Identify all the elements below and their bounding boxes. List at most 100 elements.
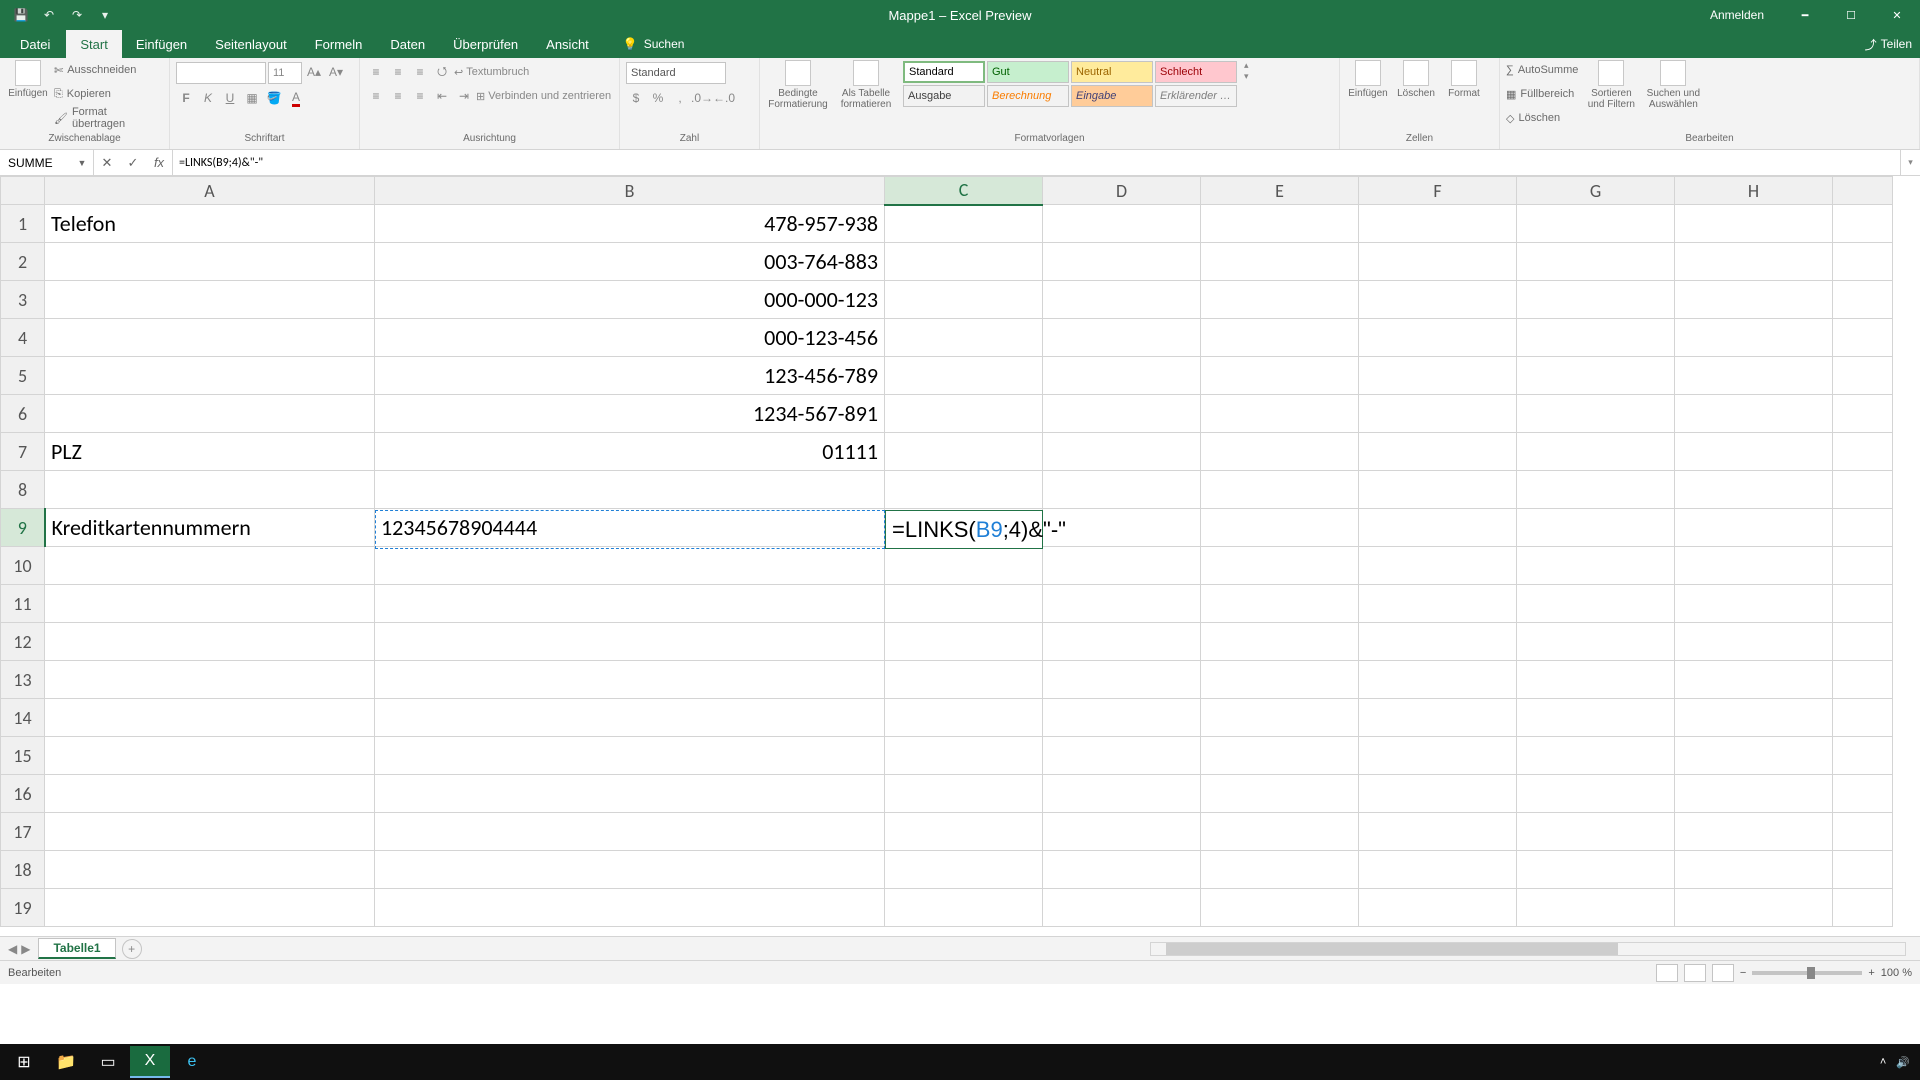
select-all-corner[interactable] [1, 177, 45, 205]
taskbar-file-explorer[interactable]: 📁 [46, 1046, 86, 1078]
tab-review[interactable]: Überprüfen [439, 30, 532, 58]
cell[interactable] [885, 205, 1043, 243]
format-painter-button[interactable]: 🖌 Format übertragen [54, 108, 163, 128]
font-color-button[interactable]: A [286, 88, 306, 108]
col-header-b[interactable]: B [375, 177, 885, 205]
scrollbar-thumb[interactable] [1166, 943, 1618, 955]
chevron-down-icon[interactable]: ▼ [75, 158, 89, 168]
col-header-e[interactable]: E [1201, 177, 1359, 205]
row-header[interactable]: 2 [1, 243, 45, 281]
decrease-decimal-icon[interactable]: ←.0 [714, 88, 734, 108]
start-button[interactable]: ⊞ [4, 1046, 44, 1078]
delete-cells-button[interactable]: Löschen [1394, 60, 1438, 99]
insert-function-button[interactable]: fx [146, 155, 172, 170]
fill-button[interactable]: ▦ Füllbereich [1506, 84, 1578, 104]
close-button[interactable]: ✕ [1874, 0, 1920, 30]
row-header[interactable]: 18 [1, 851, 45, 889]
increase-font-icon[interactable]: A▴ [304, 62, 324, 82]
sheet-nav-prev-icon[interactable]: ◀ [8, 942, 17, 956]
format-cells-button[interactable]: Format [1442, 60, 1486, 99]
col-header-d[interactable]: D [1043, 177, 1201, 205]
cell[interactable]: Telefon [45, 205, 375, 243]
row-header[interactable]: 8 [1, 471, 45, 509]
sort-filter-button[interactable]: Sortieren und Filtern [1582, 60, 1640, 110]
tab-file[interactable]: Datei [4, 30, 66, 58]
cell-style-input[interactable]: Eingabe [1071, 85, 1153, 107]
zoom-in-button[interactable]: + [1868, 967, 1874, 979]
cell[interactable]: 123-456-789 [375, 357, 885, 395]
cell[interactable]: 1234-567-891 [375, 395, 885, 433]
underline-button[interactable]: U [220, 88, 240, 108]
accounting-format-icon[interactable]: $ [626, 88, 646, 108]
decrease-indent-icon[interactable]: ⇤ [432, 86, 452, 106]
minimize-button[interactable]: ━ [1782, 0, 1828, 30]
cell[interactable]: 478-957-938 [375, 205, 885, 243]
cell[interactable]: Kreditkartennummern [45, 509, 375, 547]
font-name-combo[interactable] [176, 62, 266, 84]
zoom-slider-thumb[interactable] [1807, 967, 1815, 979]
merge-center-button[interactable]: ⊞Verbinden und zentrieren [476, 86, 611, 106]
col-header-h[interactable]: H [1675, 177, 1833, 205]
col-header-f[interactable]: F [1359, 177, 1517, 205]
zoom-level[interactable]: 100 % [1881, 967, 1912, 979]
cell[interactable]: PLZ [45, 433, 375, 471]
percent-format-icon[interactable]: % [648, 88, 668, 108]
align-left-icon[interactable]: ≡ [366, 86, 386, 106]
cell-style-standard[interactable]: Standard [903, 61, 985, 83]
cell[interactable]: 12345678904444 [375, 509, 885, 547]
formula-input[interactable]: =LINKS(B9;4)&"-" [173, 150, 1900, 175]
cut-button[interactable]: ✄ Ausschneiden [54, 60, 163, 80]
row-header[interactable]: 6 [1, 395, 45, 433]
align-bottom-icon[interactable]: ≡ [410, 62, 430, 82]
tray-chevron-icon[interactable]: ˄ [1880, 1056, 1886, 1068]
tab-data[interactable]: Daten [376, 30, 439, 58]
tab-insert[interactable]: Einfügen [122, 30, 201, 58]
formula-bar-expand-icon[interactable]: ▾ [1900, 150, 1920, 175]
col-header-g[interactable]: G [1517, 177, 1675, 205]
row-header[interactable]: 5 [1, 357, 45, 395]
find-select-button[interactable]: Suchen und Auswählen [1644, 60, 1702, 110]
row-header[interactable]: 4 [1, 319, 45, 357]
row-header[interactable]: 16 [1, 775, 45, 813]
save-icon[interactable]: 💾 [10, 4, 32, 26]
taskbar-app[interactable]: ▭ [88, 1046, 128, 1078]
autosum-button[interactable]: ∑ AutoSumme [1506, 60, 1578, 80]
tab-formulas[interactable]: Formeln [301, 30, 377, 58]
cell-style-bad[interactable]: Schlecht [1155, 61, 1237, 83]
paste-button[interactable]: Einfügen [6, 60, 50, 99]
row-header[interactable]: 17 [1, 813, 45, 851]
col-header-a[interactable]: A [45, 177, 375, 205]
cell-style-output[interactable]: Ausgabe [903, 85, 985, 107]
cell-style-neutral[interactable]: Neutral [1071, 61, 1153, 83]
cell-style-explain[interactable]: Erklärender … [1155, 85, 1237, 107]
sign-in-link[interactable]: Anmelden [1692, 8, 1782, 22]
tell-me-search[interactable]: 💡Suchen [623, 30, 685, 58]
sheet-tab[interactable]: Tabelle1 [38, 938, 115, 959]
zoom-slider[interactable] [1752, 971, 1862, 975]
tab-view[interactable]: Ansicht [532, 30, 603, 58]
number-format-combo[interactable]: Standard [626, 62, 726, 84]
add-sheet-button[interactable]: + [122, 939, 142, 959]
taskbar-edge[interactable]: e [172, 1046, 212, 1078]
styles-more-icon[interactable]: ▴▾ [1242, 60, 1251, 82]
wrap-text-button[interactable]: ↩Textumbruch [454, 62, 529, 82]
row-header[interactable]: 15 [1, 737, 45, 775]
row-header[interactable]: 14 [1, 699, 45, 737]
row-header[interactable]: 11 [1, 585, 45, 623]
sheet-nav-next-icon[interactable]: ▶ [21, 942, 30, 956]
undo-icon[interactable]: ↶ [38, 4, 60, 26]
increase-decimal-icon[interactable]: .0→ [692, 88, 712, 108]
enter-formula-button[interactable]: ✓ [120, 155, 146, 171]
name-box[interactable]: SUMME▼ [0, 150, 94, 175]
comma-format-icon[interactable]: , [670, 88, 690, 108]
zoom-out-button[interactable]: − [1740, 967, 1746, 979]
border-button[interactable]: ▦ [242, 88, 262, 108]
redo-icon[interactable]: ↷ [66, 4, 88, 26]
row-header[interactable]: 7 [1, 433, 45, 471]
cell[interactable]: 01111 [375, 433, 885, 471]
format-as-table-button[interactable]: Als Tabelle formatieren [834, 60, 898, 110]
align-right-icon[interactable]: ≡ [410, 86, 430, 106]
tray-volume-icon[interactable]: 🔊 [1896, 1056, 1910, 1069]
taskbar-excel[interactable]: X [130, 1046, 170, 1078]
cancel-formula-button[interactable]: ✕ [94, 155, 120, 171]
